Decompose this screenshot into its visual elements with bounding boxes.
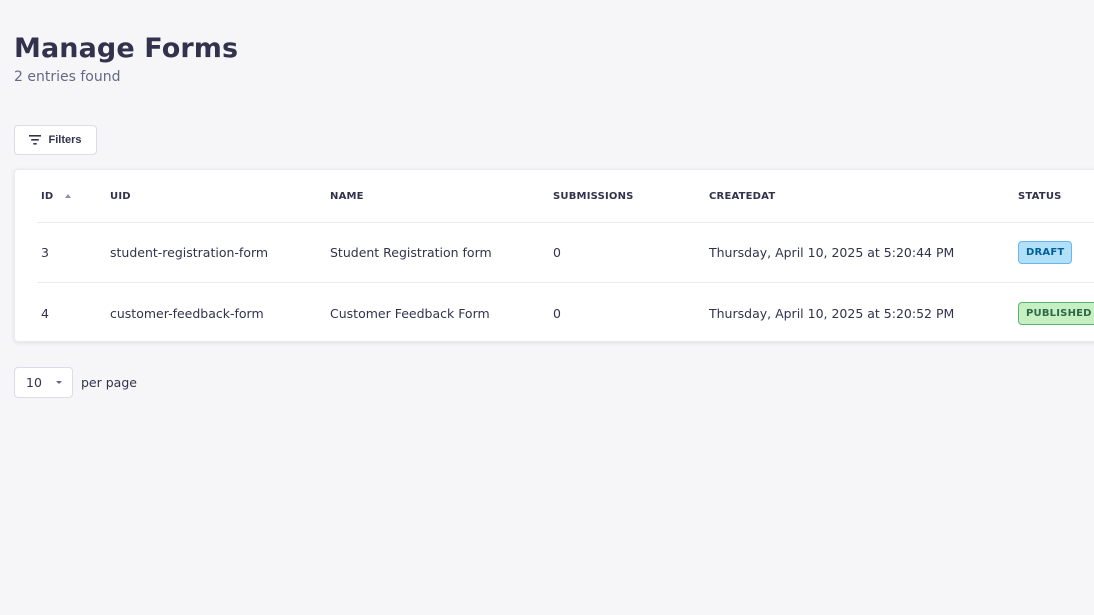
status-badge-draft: DRAFT (1018, 241, 1073, 264)
cell-submissions: 0 (553, 305, 561, 321)
status-badge-published: PUBLISHED (1018, 301, 1094, 325)
filter-icon (29, 134, 42, 146)
sort-ascending-icon[interactable] (65, 194, 72, 198)
chevron-down-icon (56, 381, 62, 384)
cell-status: PUBLISHED (1018, 283, 1094, 343)
column-header-id[interactable]: ID (41, 170, 72, 222)
column-header-uid[interactable]: UID (110, 170, 131, 222)
cell-id: 4 (41, 305, 49, 321)
column-header-createdat[interactable]: CREATEDAT (709, 170, 775, 222)
cell-createdat: Thursday, April 10, 2025 at 5:20:44 PM (709, 245, 955, 260)
filters-button[interactable]: Filters (14, 125, 97, 155)
cell-status: DRAFT (1018, 223, 1073, 282)
table-row[interactable]: 4 customer-feedback-form Customer Feedba… (37, 283, 1094, 343)
page-size-value: 10 (26, 375, 42, 390)
cell-name: Customer Feedback Form (330, 305, 490, 321)
table-row[interactable]: 3 student-registration-form Student Regi… (37, 223, 1094, 283)
cell-uid: student-registration-form (110, 245, 269, 260)
column-header-name[interactable]: NAME (330, 170, 364, 222)
page-title: Manage Forms (14, 33, 239, 64)
column-header-status[interactable]: STATUS (1018, 170, 1062, 222)
per-page-label: per page (81, 375, 137, 390)
cell-name: Student Registration form (330, 245, 492, 260)
cell-uid: customer-feedback-form (110, 305, 264, 321)
pagination: 10 per page (14, 367, 137, 398)
filters-label: Filters (48, 134, 82, 146)
manage-forms-page: Manage Forms 2 entries found Filters ID … (0, 0, 1094, 615)
cell-createdat: Thursday, April 10, 2025 at 5:20:52 PM (709, 305, 955, 321)
column-header-submissions[interactable]: SUBMISSIONS (553, 170, 634, 222)
cell-submissions: 0 (553, 245, 561, 260)
page-size-select[interactable]: 10 (14, 367, 73, 398)
cell-id: 3 (41, 245, 49, 260)
page-header: Manage Forms 2 entries found (14, 30, 238, 86)
entries-count: 2 entries found (14, 69, 121, 85)
table-header: ID UID NAME SUBMISSIONS CREATEDAT STATUS (37, 170, 1094, 223)
forms-table: ID UID NAME SUBMISSIONS CREATEDAT STATUS… (14, 169, 1094, 342)
column-header-id-label: ID (41, 190, 54, 202)
